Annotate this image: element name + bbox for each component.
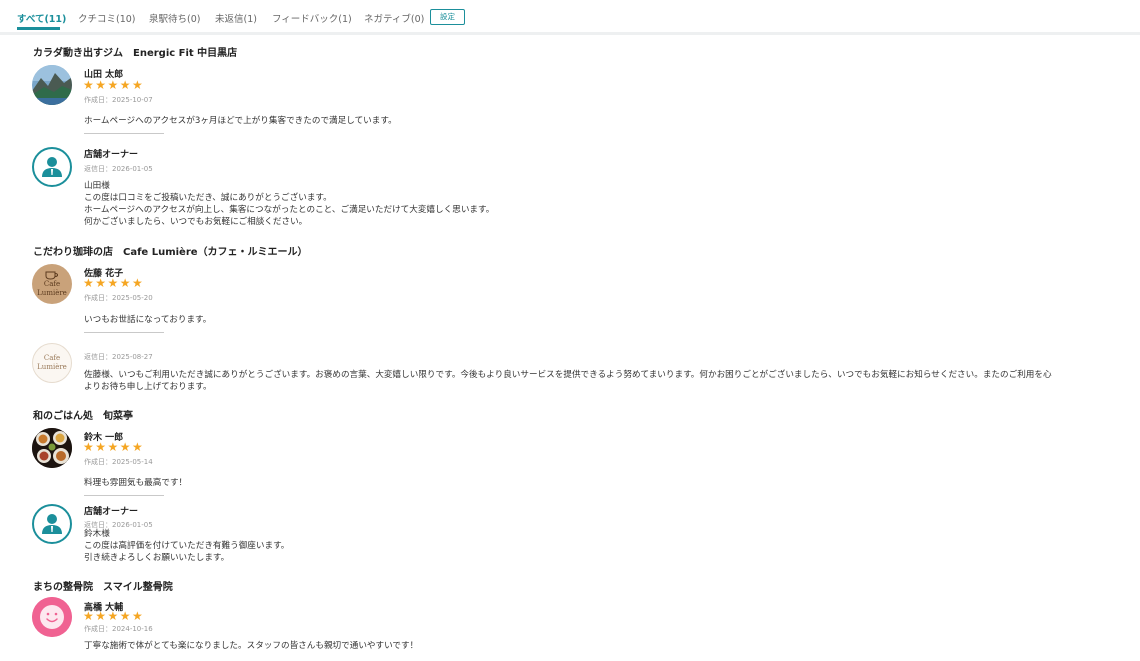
star-rating: ★★★★★ (83, 609, 145, 623)
owner-name: 店舗オーナー (84, 507, 139, 517)
star-rating: ★★★★★ (83, 276, 145, 290)
owner-avatar: Cafe Lumière (32, 343, 72, 383)
person-icon (42, 157, 62, 177)
shop-name: こだわり珈琲の店 Cafe Lumière（カフェ・ルミエール） (33, 247, 308, 258)
reply-text: 山田様 この度は口コミをご投稿いただき、誠にありがとうございます。 ホームページ… (84, 181, 495, 227)
coffee-cup-icon (45, 271, 59, 280)
shop-name: まちの整骨院 スマイル整骨院 (33, 582, 173, 593)
tab-feedback[interactable]: フィードバック(1) (272, 11, 352, 25)
star-rating: ★★★★★ (83, 78, 145, 92)
settings-button[interactable]: 設定 (430, 9, 465, 25)
tab-negative[interactable]: ネガティブ(0) (364, 11, 424, 25)
active-tab-indicator (17, 27, 60, 30)
reply-text: 佐藤様、いつもご利用いただき誠にありがとうございます。お褒めの言葉、大変嬉しい限… (84, 370, 1052, 392)
created-date: 作成日：2025-10-07 (84, 96, 153, 104)
reply-text: 鈴木様 この度は高評価を付けていただき有難う御座います。 引き続きよろしくお願い… (84, 529, 290, 563)
shop-name: 和のごはん処 旬菜亭 (33, 411, 133, 422)
owner-avatar (32, 504, 72, 544)
food-dishes-icon (32, 428, 72, 468)
filter-tab-bar: すべて(11) クチコミ(10) 泉駅待ち(0) 未返信(1) フィードバック(… (0, 0, 1140, 35)
divider (84, 133, 164, 134)
star-rating: ★★★★★ (83, 440, 145, 454)
review-text: いつもお世話になっております。 (84, 315, 212, 325)
review-text: ホームページへのアクセスが3ヶ月ほどで上がり集客できたので満足しています。 (84, 116, 397, 126)
tab-pending[interactable]: 泉駅待ち(0) (149, 11, 200, 25)
reply-date: 返信日：2026-01-05 (84, 165, 153, 173)
reviewer-avatar (32, 65, 72, 105)
tab-reviews[interactable]: クチコミ(10) (78, 11, 136, 25)
created-date: 作成日：2025-05-14 (84, 458, 153, 466)
divider (84, 495, 164, 496)
shop-name: カラダ動き出すジム Energic Fit 中目黒店 (33, 48, 238, 59)
landscape-photo-icon (32, 65, 72, 105)
owner-avatar (32, 147, 72, 187)
review-text: 料理も雰囲気も最高です！ (84, 478, 188, 488)
reply-date: 返信日：2025-08-27 (84, 353, 153, 361)
reviewer-avatar: Cafe Lumière (32, 264, 72, 304)
divider (84, 332, 164, 333)
tab-all[interactable]: すべて(11) (17, 11, 66, 25)
created-date: 作成日：2025-05-20 (84, 294, 153, 302)
owner-name: 店舗オーナー (84, 150, 139, 160)
person-icon (42, 514, 62, 534)
reviewer-avatar (32, 597, 72, 637)
review-text: 丁寧な施術で体がとても楽になりました。スタッフの皆さんも親切で通いやすいです！ (84, 641, 419, 651)
reviewer-avatar (32, 428, 72, 468)
created-date: 作成日：2024-10-16 (84, 625, 153, 633)
tab-unreplied[interactable]: 未返信(1) (215, 11, 257, 25)
smiley-face-icon (32, 597, 72, 637)
